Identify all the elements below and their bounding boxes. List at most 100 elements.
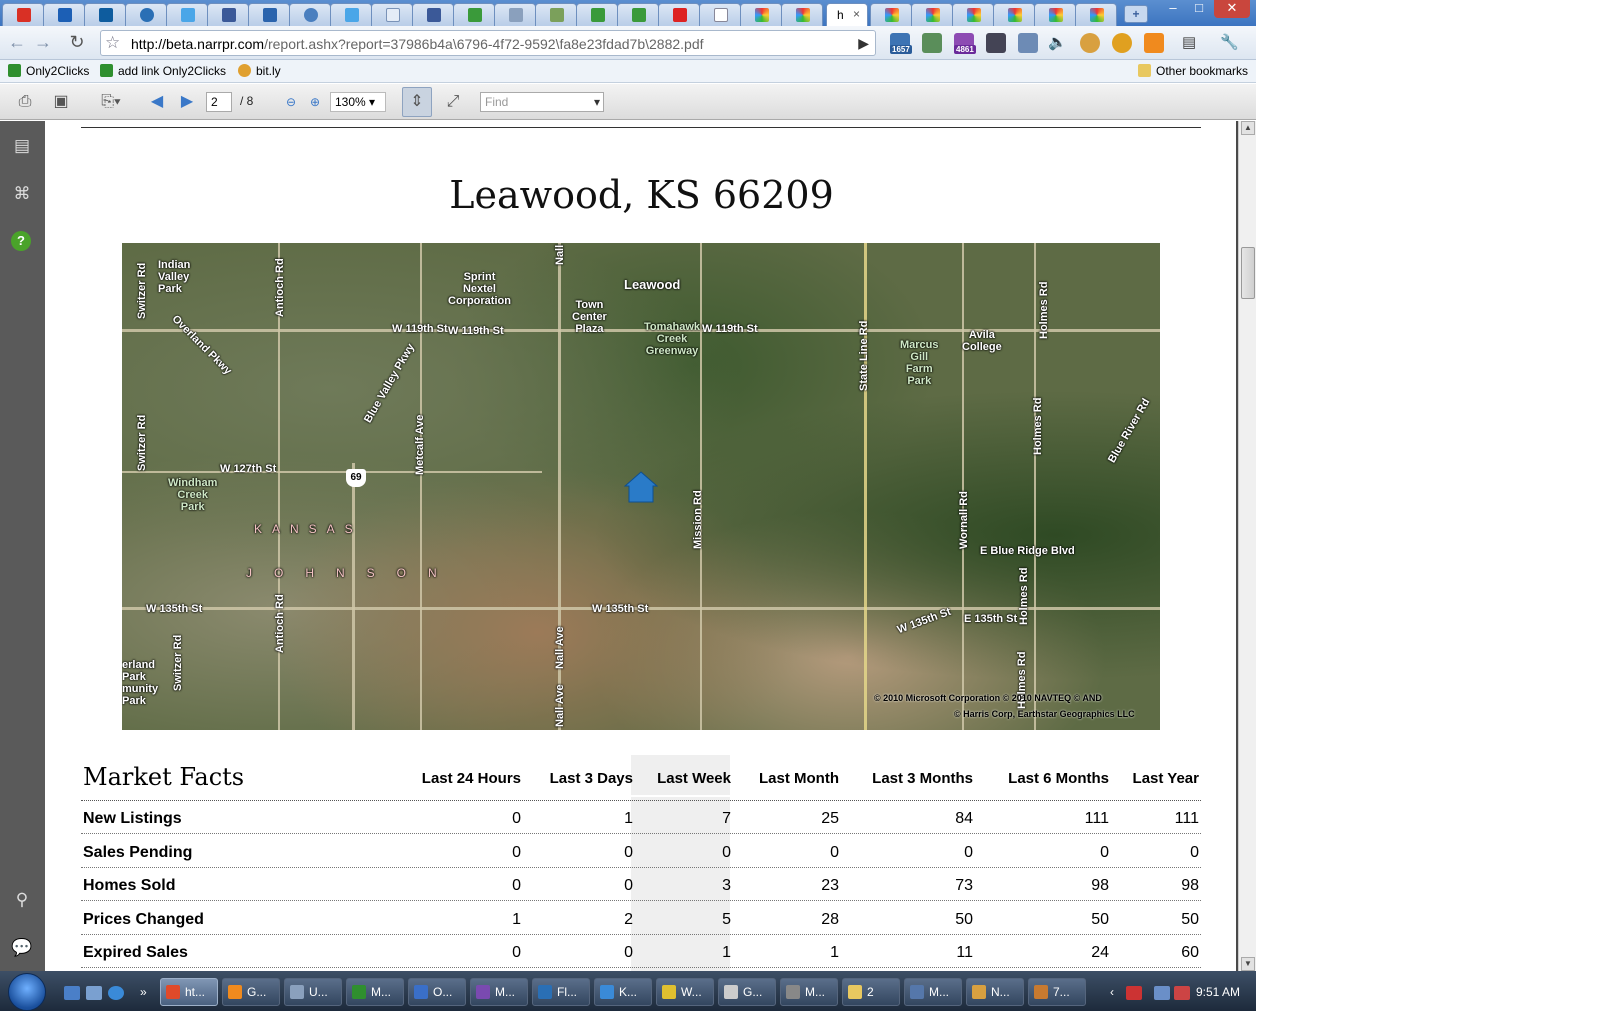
taskbar-button[interactable]: O... xyxy=(408,978,466,1006)
speaker-icon[interactable]: 🔈 xyxy=(1048,33,1068,53)
scroll-up-icon[interactable]: ▲ xyxy=(1241,121,1255,135)
tab-gmail[interactable] xyxy=(2,3,44,26)
tab-twitter-2[interactable] xyxy=(330,3,372,26)
tab-facebook-2[interactable] xyxy=(412,3,454,26)
close-window-button[interactable]: ✕ xyxy=(1214,0,1250,18)
taskbar-button[interactable]: Fl... xyxy=(532,978,590,1006)
ie-icon[interactable] xyxy=(108,986,124,1000)
tab-active[interactable]: h × xyxy=(826,3,868,26)
tab-pinwheel-7[interactable] xyxy=(1034,3,1076,26)
zoom-select[interactable]: 130% ▾ xyxy=(330,92,386,112)
taskbar-button[interactable]: U... xyxy=(284,978,342,1006)
scroll-down-icon[interactable]: ▼ xyxy=(1241,957,1255,971)
bookmark-star-icon[interactable]: ☆ xyxy=(105,33,120,53)
tab-phone[interactable] xyxy=(289,3,331,26)
tab-pinwheel-3[interactable] xyxy=(870,3,912,26)
extension-5-icon[interactable] xyxy=(1018,33,1038,53)
taskbar-button[interactable]: M... xyxy=(780,978,838,1006)
tab-pinwheel-8[interactable] xyxy=(1075,3,1117,26)
taskbar-button[interactable]: M... xyxy=(346,978,404,1006)
share-icon[interactable]: ⎘▾ xyxy=(94,92,128,112)
bookmark-only2clicks[interactable]: Only2Clicks xyxy=(8,64,89,78)
tray-icon-1[interactable] xyxy=(1126,986,1142,1000)
tab-site[interactable] xyxy=(248,3,290,26)
start-button[interactable] xyxy=(8,973,46,1011)
comments-icon[interactable]: 💬 xyxy=(11,937,33,959)
camera-icon[interactable] xyxy=(986,33,1006,53)
taskbar-button[interactable]: K... xyxy=(594,978,652,1006)
volume-icon[interactable] xyxy=(1174,986,1190,1000)
cookie-icon[interactable] xyxy=(1080,33,1100,53)
taskbar-button[interactable]: 7... xyxy=(1028,978,1086,1006)
bookmark-add-link[interactable]: add link Only2Clicks xyxy=(100,64,226,78)
tab-pinwheel-2[interactable] xyxy=(781,3,823,26)
taskbar-button[interactable]: M... xyxy=(470,978,528,1006)
tab-pinwheel-5[interactable] xyxy=(952,3,994,26)
chevron-down-icon[interactable]: ▾ xyxy=(594,95,600,109)
zoom-in-icon[interactable]: ⊕ xyxy=(304,92,326,112)
tab-pinwheel[interactable] xyxy=(740,3,782,26)
extension-1-icon[interactable]: 1657 xyxy=(890,33,912,54)
taskbar-button[interactable]: M... xyxy=(904,978,962,1006)
clock[interactable]: 9:51 AM xyxy=(1196,985,1240,999)
paperclip-icon[interactable]: ⚲ xyxy=(11,889,33,911)
previous-page-icon[interactable]: ◀ xyxy=(146,92,168,112)
show-desktop-icon[interactable] xyxy=(64,986,80,1000)
binoculars-icon[interactable]: ⌘ xyxy=(11,183,33,205)
go-arrow-icon[interactable]: ▶ xyxy=(858,35,869,52)
tab-app[interactable] xyxy=(535,3,577,26)
tray-expand-icon[interactable]: ‹ xyxy=(1110,985,1114,999)
tab-twitter[interactable] xyxy=(166,3,208,26)
next-page-icon[interactable]: ▶ xyxy=(176,92,198,112)
reload-icon[interactable]: ↻ xyxy=(66,33,88,53)
help-icon[interactable]: ? xyxy=(11,231,31,251)
fit-width-icon[interactable]: ⇕ xyxy=(402,87,432,117)
network-icon[interactable] xyxy=(1154,986,1170,1000)
tab-facebook[interactable] xyxy=(207,3,249,26)
scroll-thumb[interactable] xyxy=(1241,247,1255,299)
wrench-icon[interactable]: 🔧 xyxy=(1220,33,1240,53)
find-input[interactable]: Find ▾ xyxy=(480,92,604,112)
tab-pinwheel-4[interactable] xyxy=(911,3,953,26)
zoom-out-icon[interactable]: ⊖ xyxy=(280,92,302,112)
taskbar-button[interactable]: N... xyxy=(966,978,1024,1006)
taskbar-button[interactable]: G... xyxy=(718,978,776,1006)
blogger-icon[interactable] xyxy=(1144,33,1164,53)
taskbar-button[interactable]: G... xyxy=(222,978,280,1006)
taskbar-button[interactable]: ht... xyxy=(160,978,218,1006)
tab-page[interactable] xyxy=(699,3,741,26)
save-icon[interactable]: ▣ xyxy=(50,92,72,112)
back-arrow-icon[interactable]: ← xyxy=(6,33,28,53)
page-menu-icon[interactable]: ▤ xyxy=(1182,33,1202,53)
close-icon[interactable]: × xyxy=(853,7,860,21)
taskbar-button[interactable]: 2 xyxy=(842,978,900,1006)
tab-google-2[interactable] xyxy=(576,3,618,26)
other-bookmarks[interactable]: Other bookmarks xyxy=(1138,64,1248,78)
tab-red[interactable] xyxy=(658,3,700,26)
extension-2-icon[interactable] xyxy=(922,33,942,53)
new-tab-button[interactable]: + xyxy=(1124,5,1148,23)
tab-google[interactable] xyxy=(453,3,495,26)
tab-linkedin[interactable] xyxy=(84,3,126,26)
tab-google-3[interactable] xyxy=(617,3,659,26)
tab-pinterest[interactable] xyxy=(125,3,167,26)
tab-pinwheel-6[interactable] xyxy=(993,3,1035,26)
explorer-icon[interactable] xyxy=(86,986,102,1000)
address-bar[interactable]: ☆ http://beta.narrpr.com/report.ashx?rep… xyxy=(100,30,876,56)
page-number-input[interactable]: 2 xyxy=(206,92,232,112)
taskbar-button[interactable]: W... xyxy=(656,978,714,1006)
minimize-button[interactable]: – xyxy=(1160,0,1186,18)
tab-feed[interactable] xyxy=(494,3,536,26)
tab-star[interactable] xyxy=(43,3,85,26)
extension-8-icon[interactable] xyxy=(1112,33,1132,53)
bookmark-bitly[interactable]: bit.ly xyxy=(238,64,281,78)
fit-page-icon[interactable]: ⤢ xyxy=(442,92,464,112)
pages-icon[interactable]: ▤ xyxy=(11,135,33,157)
forward-arrow-icon[interactable]: → xyxy=(32,33,54,53)
tab-calendar[interactable] xyxy=(371,3,413,26)
vertical-scrollbar[interactable]: ▲ ▼ xyxy=(1238,121,1256,971)
quicklaunch-more-icon[interactable]: » xyxy=(140,985,147,999)
print-icon[interactable]: ⎙ xyxy=(14,92,36,112)
maximize-button[interactable]: □ xyxy=(1186,0,1212,18)
extension-3-icon[interactable]: 4861 xyxy=(954,33,976,54)
